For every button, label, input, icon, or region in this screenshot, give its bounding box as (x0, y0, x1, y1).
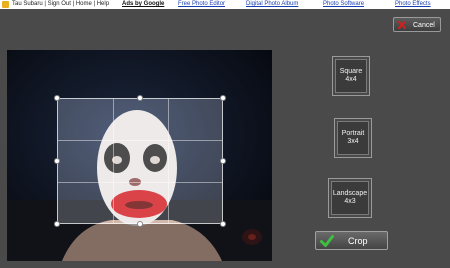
crop-grid-line (58, 182, 222, 183)
square-ratio-button[interactable]: Square 4x4 (332, 56, 370, 96)
crop-label: Crop (348, 236, 368, 246)
landscape-ratio-button[interactable]: Landscape 4x3 (328, 178, 372, 218)
user-links[interactable]: Tau Subaru | Sign Out | Home | Help (12, 0, 109, 9)
crop-handle-top-left[interactable] (54, 95, 60, 101)
crop-handle-top-right[interactable] (220, 95, 226, 101)
crop-dim-right (223, 98, 272, 224)
crop-button[interactable]: Crop (315, 231, 388, 250)
ratio-name: Square (339, 68, 363, 75)
link-photo-effects[interactable]: Photo Effects (395, 0, 431, 9)
crop-selection-box[interactable] (57, 98, 223, 224)
crop-grid-line (168, 99, 169, 223)
crop-grid-line (113, 99, 114, 223)
crop-dialog: Cancel Square 4x4 Portrait 3x4 Landscape… (0, 9, 450, 268)
crop-handle-middle-left[interactable] (54, 158, 60, 164)
photo-preview (7, 50, 272, 261)
crop-grid-line (58, 140, 222, 141)
cancel-label: Cancel (413, 22, 435, 29)
app-logo-icon (2, 1, 9, 8)
close-x-icon (398, 21, 406, 29)
link-free-photo-editor[interactable]: Free Photo Editor (178, 0, 225, 9)
cancel-button[interactable]: Cancel (393, 17, 441, 32)
crop-dim-bottom (7, 224, 272, 261)
ads-by-google-label[interactable]: Ads by Google (122, 0, 164, 9)
ratio-name: Landscape (332, 190, 368, 197)
ratio-name: Portrait (341, 130, 365, 137)
crop-handle-bottom-left[interactable] (54, 221, 60, 227)
crop-handle-bottom-right[interactable] (220, 221, 226, 227)
ratio-dims: 3x4 (347, 138, 359, 145)
link-photo-software[interactable]: Photo Software (323, 0, 364, 9)
link-digital-photo-album[interactable]: Digital Photo Album (246, 0, 298, 9)
crop-dim-left (7, 98, 57, 224)
checkmark-icon (320, 235, 334, 247)
crop-handle-middle-right[interactable] (220, 158, 226, 164)
ratio-dims: 4x4 (345, 76, 357, 83)
crop-handle-top-middle[interactable] (137, 95, 143, 101)
ratio-dims: 4x3 (344, 198, 356, 205)
top-navigation-bar: Tau Subaru | Sign Out | Home | Help Ads … (0, 0, 450, 9)
crop-handle-bottom-middle[interactable] (137, 221, 143, 227)
portrait-ratio-button[interactable]: Portrait 3x4 (334, 118, 372, 158)
crop-dim-top (7, 50, 272, 98)
